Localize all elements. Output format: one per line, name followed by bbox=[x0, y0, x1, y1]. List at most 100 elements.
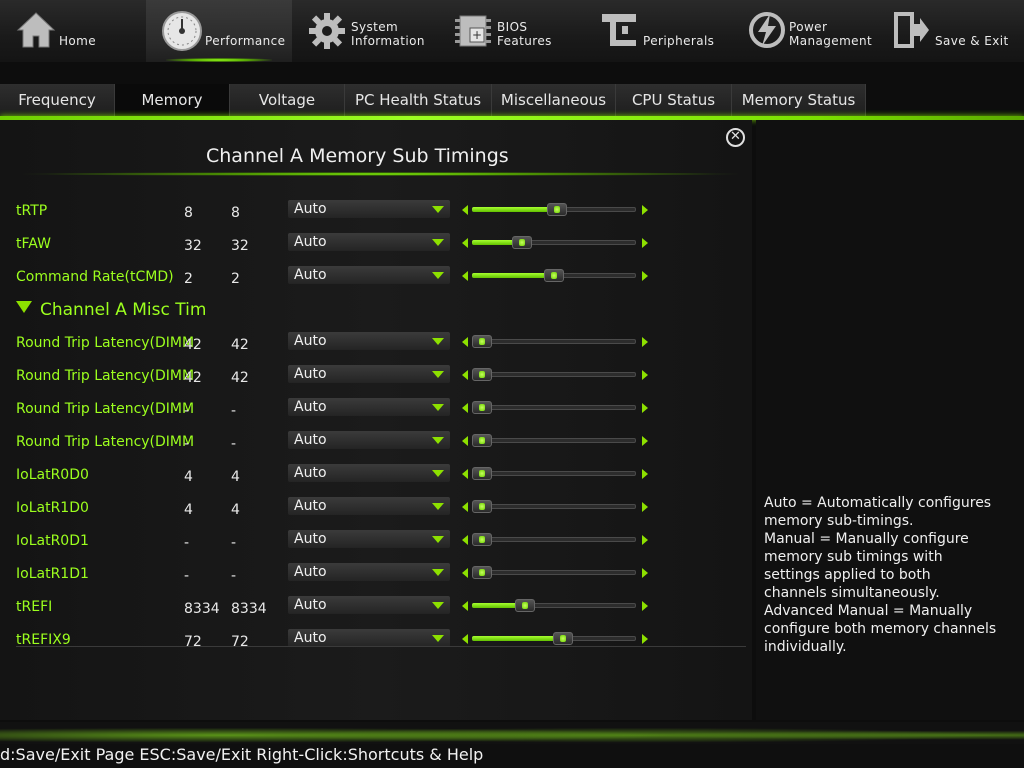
slider-right-arrow-icon[interactable] bbox=[642, 601, 648, 611]
value-slider[interactable] bbox=[460, 269, 650, 283]
tab-voltage[interactable]: Voltage bbox=[230, 84, 345, 116]
slider-right-arrow-icon[interactable] bbox=[642, 238, 648, 248]
tab-memory[interactable]: Memory bbox=[115, 84, 230, 116]
slider-right-arrow-icon[interactable] bbox=[642, 271, 648, 281]
slider-right-arrow-icon[interactable] bbox=[642, 634, 648, 644]
nav-system-information[interactable]: System Information bbox=[292, 0, 438, 62]
mode-select[interactable]: Auto bbox=[288, 497, 450, 515]
slider-knob[interactable] bbox=[472, 500, 492, 513]
slider-left-arrow-icon[interactable] bbox=[462, 271, 468, 281]
tab-pc-health-status[interactable]: PC Health Status bbox=[345, 84, 492, 116]
slider-knob[interactable] bbox=[552, 632, 573, 645]
nav-system-information-label: System Information bbox=[351, 20, 425, 48]
mode-select[interactable]: Auto bbox=[288, 431, 450, 449]
slider-right-arrow-icon[interactable] bbox=[642, 337, 648, 347]
value-slider[interactable] bbox=[460, 434, 650, 448]
slider-left-arrow-icon[interactable] bbox=[462, 601, 468, 611]
mode-select[interactable]: Auto bbox=[288, 629, 450, 647]
slider-knob[interactable] bbox=[472, 434, 492, 447]
nav-bios-features[interactable]: + BIOS Features bbox=[438, 0, 584, 62]
setting-row: IoLatR0D1 - - Auto bbox=[0, 530, 752, 563]
tab-miscellaneous[interactable]: Miscellaneous bbox=[492, 84, 616, 116]
tab-cpu-status[interactable]: CPU Status bbox=[616, 84, 732, 116]
value-slider[interactable] bbox=[460, 401, 650, 415]
value-slider[interactable] bbox=[460, 533, 650, 547]
nav-save-exit[interactable]: Save & Exit bbox=[876, 0, 1024, 62]
mode-select[interactable]: Auto bbox=[288, 332, 450, 350]
slider-knob[interactable] bbox=[546, 203, 567, 216]
slider-left-arrow-icon[interactable] bbox=[462, 436, 468, 446]
tab-memory-status[interactable]: Memory Status bbox=[732, 84, 866, 116]
setting-row: tREFI 8334 8334 Auto bbox=[0, 596, 752, 629]
slider-right-arrow-icon[interactable] bbox=[642, 502, 648, 512]
slider-knob[interactable] bbox=[472, 467, 492, 480]
current-value-a: 4 bbox=[184, 469, 193, 485]
slider-track bbox=[472, 570, 636, 575]
slider-right-arrow-icon[interactable] bbox=[642, 469, 648, 479]
value-slider[interactable] bbox=[460, 335, 650, 349]
nav-power-management[interactable]: Power Management bbox=[730, 0, 876, 62]
nav-home[interactable]: Home bbox=[0, 0, 146, 62]
current-value-b: 32 bbox=[231, 238, 249, 254]
slider-right-arrow-icon[interactable] bbox=[642, 436, 648, 446]
slider-left-arrow-icon[interactable] bbox=[462, 238, 468, 248]
slider-left-arrow-icon[interactable] bbox=[462, 403, 468, 413]
mode-select[interactable]: Auto bbox=[288, 464, 450, 482]
value-slider[interactable] bbox=[460, 467, 650, 481]
value-slider[interactable] bbox=[460, 566, 650, 580]
mode-select[interactable]: Auto bbox=[288, 266, 450, 284]
slider-knob[interactable] bbox=[472, 401, 492, 414]
slider-left-arrow-icon[interactable] bbox=[462, 502, 468, 512]
setting-row: Command Rate(tCMD) 2 2 Auto bbox=[0, 266, 752, 299]
nav-peripherals[interactable]: Peripherals bbox=[584, 0, 730, 62]
setting-name: Round Trip Latency(DIMM bbox=[16, 368, 195, 384]
slider-knob[interactable] bbox=[472, 566, 492, 579]
mode-select[interactable]: Auto bbox=[288, 530, 450, 548]
slider-left-arrow-icon[interactable] bbox=[462, 469, 468, 479]
slider-left-arrow-icon[interactable] bbox=[462, 370, 468, 380]
slider-left-arrow-icon[interactable] bbox=[462, 337, 468, 347]
mode-select[interactable]: Auto bbox=[288, 200, 450, 218]
section-header-channel-a-misc[interactable]: Channel A Misc Tim bbox=[16, 300, 208, 320]
value-slider[interactable] bbox=[460, 500, 650, 514]
slider-knob[interactable] bbox=[512, 236, 533, 249]
mode-select[interactable]: Auto bbox=[288, 596, 450, 614]
value-slider[interactable] bbox=[460, 368, 650, 382]
slider-left-arrow-icon[interactable] bbox=[462, 634, 468, 644]
value-slider[interactable] bbox=[460, 203, 650, 217]
slider-knob[interactable] bbox=[515, 599, 536, 612]
setting-row: tRTP 8 8 Auto bbox=[0, 200, 752, 233]
slider-left-arrow-icon[interactable] bbox=[462, 205, 468, 215]
mode-select-value: Auto bbox=[294, 531, 327, 547]
mode-select[interactable]: Auto bbox=[288, 398, 450, 416]
nav-performance[interactable]: Performance bbox=[146, 0, 292, 62]
slider-right-arrow-icon[interactable] bbox=[642, 370, 648, 380]
current-value-a: - bbox=[184, 535, 190, 551]
mode-select[interactable]: Auto bbox=[288, 365, 450, 383]
slider-right-arrow-icon[interactable] bbox=[642, 403, 648, 413]
slider-knob[interactable] bbox=[544, 269, 564, 282]
current-value-a: 72 bbox=[184, 634, 202, 650]
current-value-a: 42 bbox=[184, 337, 202, 353]
slider-left-arrow-icon[interactable] bbox=[462, 568, 468, 578]
mode-select-value: Auto bbox=[294, 597, 327, 613]
slider-knob[interactable] bbox=[472, 533, 492, 546]
slider-knob[interactable] bbox=[472, 368, 492, 381]
value-slider[interactable] bbox=[460, 599, 650, 613]
setting-name: tREFI bbox=[16, 599, 53, 615]
slider-left-arrow-icon[interactable] bbox=[462, 535, 468, 545]
slider-right-arrow-icon[interactable] bbox=[642, 205, 648, 215]
mode-select[interactable]: Auto bbox=[288, 563, 450, 581]
close-icon[interactable]: ✕ bbox=[726, 128, 745, 147]
setting-name: Round Trip Latency(DIMM bbox=[16, 401, 195, 417]
value-slider[interactable] bbox=[460, 632, 650, 646]
slider-right-arrow-icon[interactable] bbox=[642, 568, 648, 578]
slider-knob[interactable] bbox=[472, 335, 492, 348]
help-text: Auto = Automatically configures memory s… bbox=[764, 495, 997, 655]
current-value-b: - bbox=[231, 568, 237, 584]
current-value-b: 2 bbox=[231, 271, 240, 287]
value-slider[interactable] bbox=[460, 236, 650, 250]
mode-select[interactable]: Auto bbox=[288, 233, 450, 251]
slider-right-arrow-icon[interactable] bbox=[642, 535, 648, 545]
tab-frequency[interactable]: Frequency bbox=[0, 84, 115, 116]
